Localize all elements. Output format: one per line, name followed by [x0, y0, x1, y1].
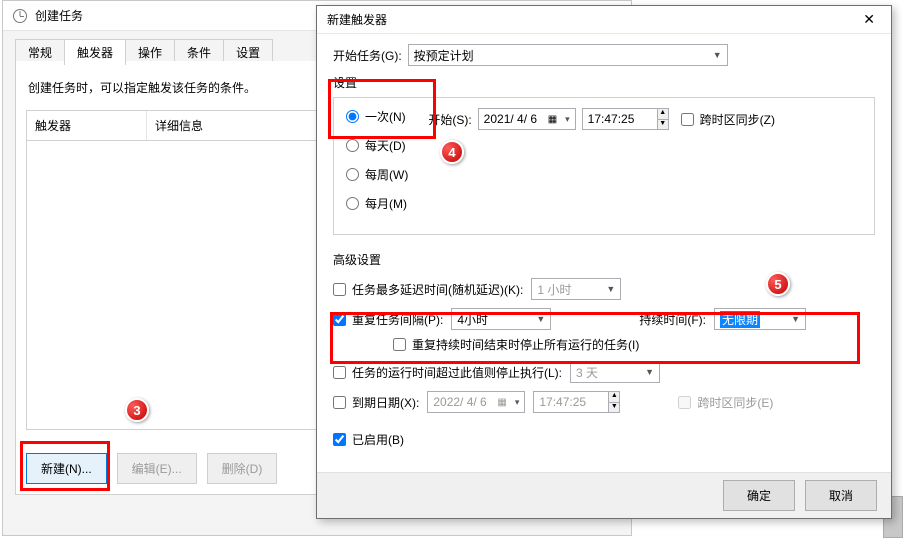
cancel-button[interactable]: 取消 [805, 480, 877, 511]
tab-triggers[interactable]: 触发器 [64, 39, 126, 65]
delay-check[interactable]: 任务最多延迟时间(随机延迟)(K): [333, 281, 523, 298]
highlight-box-5 [330, 312, 860, 364]
col-trigger: 触发器 [27, 111, 147, 140]
radio-weekly[interactable]: 每周(W) [346, 166, 408, 183]
expire-date-picker: 2022/ 4/ 6▦▾ [427, 391, 525, 413]
expire-check[interactable]: 到期日期(X): [333, 394, 419, 411]
marker-3: 3 [125, 398, 149, 422]
expire-time-input: 17:47:25 [533, 391, 609, 413]
dialog-title: 新建触发器 [327, 11, 387, 28]
calendar-icon: ▦ [548, 114, 557, 125]
start-task-label: 开始任务(G): [333, 47, 402, 64]
start-task-combo[interactable]: 按预定计划 ▼ [408, 44, 728, 66]
stop-if-check[interactable]: 任务的运行时间超过此值则停止执行(L): [333, 364, 562, 381]
stop-if-combo: 3 天▼ [570, 361, 660, 383]
highlight-box-4 [328, 79, 436, 139]
sync-tz2-check: 跨时区同步(E) [678, 394, 773, 411]
start-date-picker[interactable]: 2021/ 4/ 6 ▦▾ [478, 108, 576, 130]
clock-icon [13, 9, 27, 23]
radio-monthly[interactable]: 每月(M) [346, 195, 408, 212]
enabled-check[interactable]: 已启用(B) [333, 431, 404, 448]
edit-trigger-button: 编辑(E)... [117, 453, 197, 484]
sync-tz-check[interactable]: 跨时区同步(Z) [681, 111, 775, 128]
time-spinner: ▲▼ [608, 391, 620, 413]
marker-5: 5 [766, 272, 790, 296]
advanced-group-label: 高级设置 [333, 251, 875, 268]
col-details: 详细信息 [147, 111, 211, 140]
ok-button[interactable]: 确定 [723, 480, 795, 511]
window-title: 创建任务 [35, 7, 83, 24]
dialog-titlebar: 新建触发器 ✕ [317, 6, 891, 34]
schedule-detail: 开始(S): 2021/ 4/ 6 ▦▾ 17:47:25 ▲▼ 跨时区同步(Z… [428, 108, 775, 218]
close-icon[interactable]: ✕ [857, 9, 881, 30]
delay-combo: 1 小时▼ [531, 278, 621, 300]
start-task-value: 按预定计划 [414, 47, 474, 64]
time-spinner[interactable]: ▲▼ [657, 108, 669, 130]
start-time-input[interactable]: 17:47:25 [582, 108, 658, 130]
radio-daily[interactable]: 每天(D) [346, 137, 408, 154]
chevron-down-icon: ▼ [713, 50, 722, 60]
marker-4: 4 [440, 140, 464, 164]
calendar-icon: ▦ [497, 397, 506, 408]
dialog-footer: 确定 取消 [317, 472, 891, 518]
highlight-box-3 [20, 441, 110, 491]
delete-trigger-button: 删除(D) [207, 453, 278, 484]
chevron-down-icon: ▾ [565, 114, 570, 125]
